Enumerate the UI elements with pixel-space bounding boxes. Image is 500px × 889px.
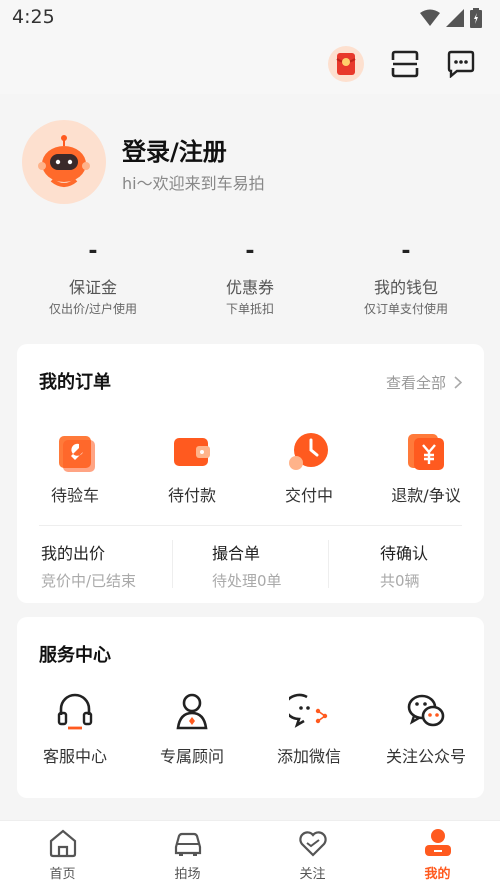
stat-sub: 仅出价/过户使用 xyxy=(48,302,138,316)
bid-title: 撮合单 xyxy=(212,544,261,563)
order-pending-payment[interactable]: 待付款 xyxy=(134,432,250,506)
wechat-icon xyxy=(407,694,445,727)
view-all-orders-link[interactable]: 查看全部 xyxy=(386,372,462,393)
orders-divider xyxy=(39,525,462,526)
bid-title: 待确认 xyxy=(380,544,429,563)
welcome-text: hi～欢迎来到车易拍 xyxy=(122,174,265,193)
message-icon[interactable] xyxy=(442,45,480,83)
stat-label: 我的钱包 xyxy=(373,278,438,297)
user-icon xyxy=(424,829,451,856)
status-icons xyxy=(420,8,482,28)
order-label: 交付中 xyxy=(284,486,333,505)
order-label: 待验车 xyxy=(50,486,99,505)
service-label: 关注公众号 xyxy=(385,747,466,766)
service-add-wechat[interactable]: 添加微信 xyxy=(251,691,367,767)
bid-sub: 竞价中/已结束 xyxy=(41,572,137,590)
red-packet-icon[interactable] xyxy=(327,45,365,83)
battery-icon xyxy=(470,8,482,28)
stats-row: - 保证金 仅出价/过户使用 - 优惠券 下单抵扣 - 我的钱包 仅订单支付使用 xyxy=(0,234,500,324)
stat-label: 优惠券 xyxy=(225,278,274,297)
bid-sub: 待处理0单 xyxy=(212,572,282,590)
order-label: 退款/争议 xyxy=(391,486,461,505)
advisor-icon xyxy=(176,693,208,730)
tab-label: 首页 xyxy=(49,867,76,882)
tab-mine[interactable]: 我的 xyxy=(375,827,500,882)
top-action-bar xyxy=(0,34,500,94)
pending-confirmation[interactable]: 待确认 共0辆 xyxy=(380,540,428,591)
headset-icon xyxy=(57,693,93,730)
status-time: 4:25 xyxy=(12,6,55,28)
matchmaking-orders[interactable]: 撮合单 待处理0单 xyxy=(212,540,282,591)
service-label: 专属顾问 xyxy=(159,747,224,766)
stat-value: - xyxy=(401,239,411,264)
wrench-icon xyxy=(59,436,95,472)
wifi-icon xyxy=(420,9,440,26)
stat-value: - xyxy=(88,239,98,264)
scan-icon[interactable] xyxy=(386,45,424,83)
service-label: 添加微信 xyxy=(276,747,341,766)
tab-label: 我的 xyxy=(424,867,451,882)
login-register-link[interactable]: 登录/注册 xyxy=(122,132,227,167)
order-refund-dispute[interactable]: 退款/争议 xyxy=(368,432,484,506)
service-customer-support[interactable]: 客服中心 xyxy=(17,691,133,767)
view-all-label: 查看全部 xyxy=(385,374,446,392)
tab-home[interactable]: 首页 xyxy=(0,827,125,882)
stat-label: 保证金 xyxy=(68,278,117,297)
yuan-icon xyxy=(408,434,444,470)
chat-add-icon xyxy=(283,693,328,728)
stat-wallet[interactable]: - 我的钱包 仅订单支付使用 xyxy=(323,234,489,317)
tab-label: 拍场 xyxy=(174,867,201,882)
stat-value: - xyxy=(245,239,255,264)
orders-card: 我的订单 查看全部 待验车 待付款 交付中 退款/争议 我的出价 竞价中/已结束… xyxy=(17,344,484,603)
bottom-tab-bar: 首页 拍场 关注 我的 xyxy=(0,820,500,889)
bids-divider xyxy=(172,540,173,588)
tab-auction[interactable]: 拍场 xyxy=(125,827,250,882)
my-bids[interactable]: 我的出价 竞价中/已结束 xyxy=(41,540,136,591)
bid-title: 我的出价 xyxy=(41,544,106,563)
service-label: 客服中心 xyxy=(42,747,107,766)
robot-mascot-icon xyxy=(38,135,90,187)
home-icon xyxy=(49,829,76,858)
avatar[interactable] xyxy=(22,120,106,204)
bid-sub: 共0辆 xyxy=(380,572,420,590)
order-pending-inspection[interactable]: 待验车 xyxy=(17,432,133,506)
stat-sub: 仅订单支付使用 xyxy=(363,302,448,316)
stat-coupons[interactable]: - 优惠券 下单抵扣 xyxy=(167,234,333,317)
bids-divider xyxy=(328,540,329,588)
signal-icon xyxy=(446,9,464,27)
orders-title: 我的订单 xyxy=(39,372,111,393)
services-title: 服务中心 xyxy=(39,645,111,666)
stat-deposit[interactable]: - 保证金 仅出价/过户使用 xyxy=(10,234,176,317)
service-follow-official-account[interactable]: 关注公众号 xyxy=(368,691,484,767)
heart-icon xyxy=(298,831,327,857)
order-label: 待付款 xyxy=(167,486,216,505)
status-bar: 4:25 xyxy=(0,0,500,34)
wallet-icon xyxy=(174,438,210,466)
order-in-delivery[interactable]: 交付中 xyxy=(251,432,367,506)
chevron-right-icon xyxy=(454,376,462,389)
car-icon xyxy=(174,832,201,856)
clock-icon xyxy=(289,433,328,470)
tab-label: 关注 xyxy=(299,867,326,882)
stat-sub: 下单抵扣 xyxy=(225,302,274,316)
profile-header: 登录/注册 hi～欢迎来到车易拍 - 保证金 仅出价/过户使用 - 优惠券 下单… xyxy=(0,94,500,344)
service-dedicated-advisor[interactable]: 专属顾问 xyxy=(134,691,250,767)
services-card: 服务中心 客服中心 专属顾问 添加微信 关注公众号 xyxy=(17,617,484,798)
tab-follow[interactable]: 关注 xyxy=(250,827,375,882)
